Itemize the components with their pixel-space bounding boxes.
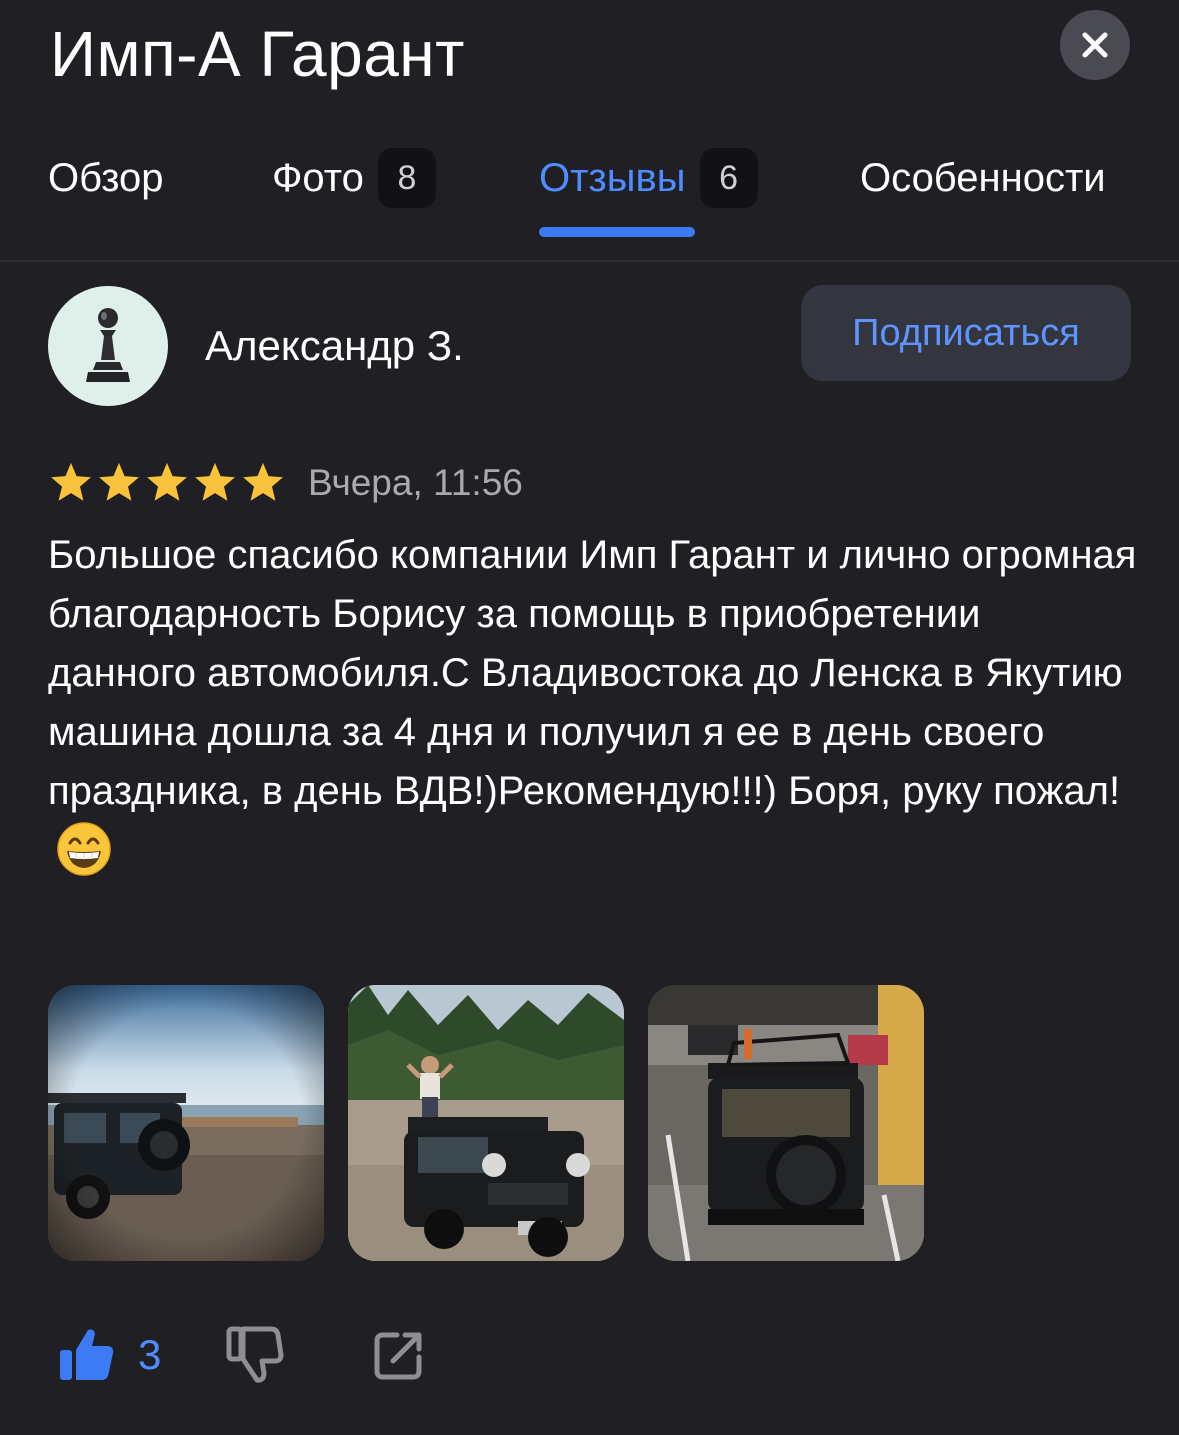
tab-label: Фото: [272, 155, 364, 200]
chess-pawn-icon: [86, 308, 130, 382]
review-text-block: Большое спасибо компании Имп Гарант и ли…: [48, 526, 1138, 894]
close-button[interactable]: [1060, 10, 1130, 80]
grinning-face-icon: [56, 821, 112, 894]
star-icon: [99, 462, 139, 501]
thumbs-up-icon[interactable]: [58, 1326, 116, 1384]
count-badge: 8: [377, 148, 436, 208]
close-icon: [1082, 32, 1108, 58]
review-text: Большое спасибо компании Имп Гарант и ли…: [48, 533, 1137, 813]
share-icon[interactable]: [371, 1327, 427, 1383]
thumbs-down-icon[interactable]: [225, 1325, 285, 1385]
like-count: 3: [138, 1331, 162, 1378]
tab-photos[interactable]: Фото 8: [272, 140, 436, 216]
subscribe-button[interactable]: Подписаться: [801, 285, 1131, 381]
review-date: Вчера, 11:56: [308, 462, 523, 503]
star-rating: [48, 461, 286, 505]
star-icon: [51, 462, 91, 501]
photo-car-in-forest[interactable]: [348, 985, 624, 1261]
rating-row: Вчера, 11:56: [48, 458, 523, 508]
active-tab-indicator: [539, 227, 695, 237]
tab-label: Отзывы: [539, 155, 686, 200]
star-icon: [195, 462, 235, 501]
page-title: Имп-А Гарант: [50, 18, 465, 90]
author-name[interactable]: Александр З.: [205, 318, 464, 374]
tab-features[interactable]: Особенности: [860, 140, 1106, 216]
count-badge: 6: [699, 148, 758, 208]
tab-overview[interactable]: Обзор: [48, 140, 164, 216]
tab-bar: Обзор Фото 8 Отзывы 6 Особенности: [0, 140, 1179, 260]
review-actions: 3: [58, 1315, 427, 1395]
tab-label: Особенности: [860, 155, 1106, 200]
divider: [0, 260, 1179, 262]
tab-label: Обзор: [48, 155, 164, 200]
review-photos: [48, 985, 924, 1261]
photo-car-in-parking[interactable]: [648, 985, 924, 1261]
star-icon: [243, 462, 283, 501]
tab-reviews[interactable]: Отзывы 6: [539, 140, 758, 216]
avatar[interactable]: [48, 286, 168, 406]
photo-car-on-riverbank[interactable]: [48, 985, 324, 1261]
star-icon: [147, 462, 187, 501]
